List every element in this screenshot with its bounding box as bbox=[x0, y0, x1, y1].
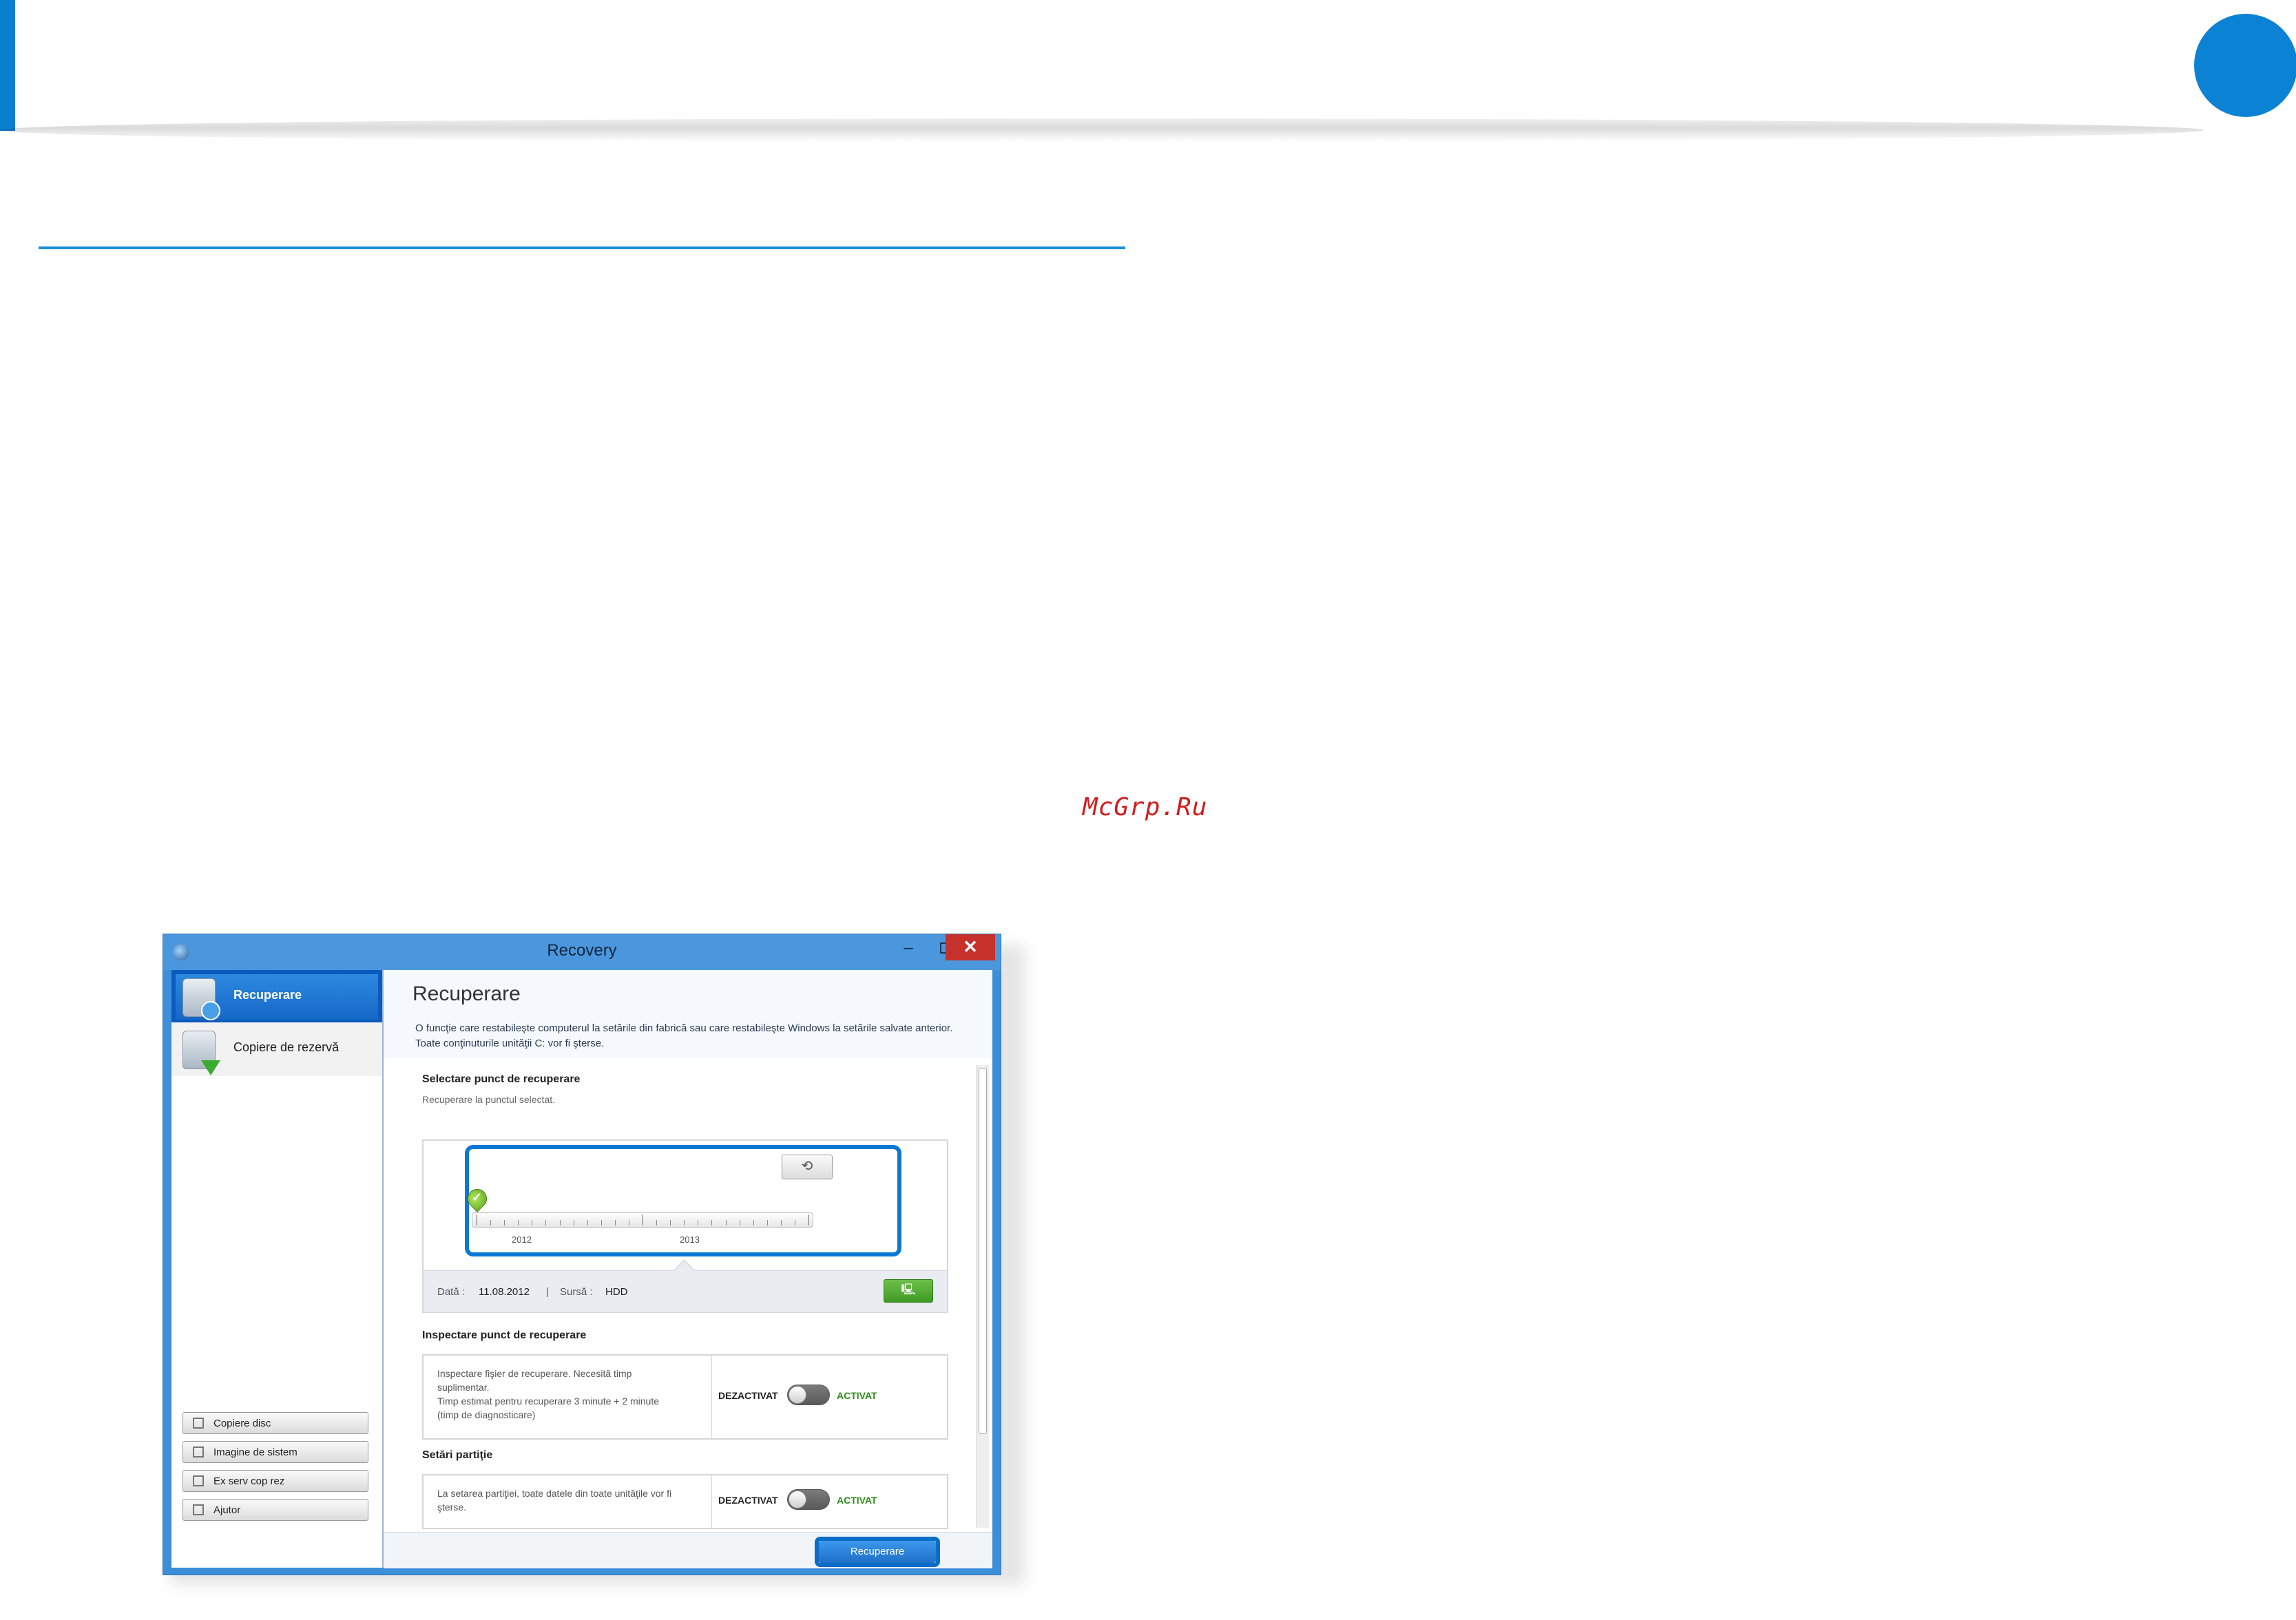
button-label: Imagine de sistem bbox=[213, 1447, 298, 1458]
timeline-tick bbox=[711, 1220, 713, 1225]
source-value: HDD bbox=[605, 1286, 628, 1298]
restore-timeline-panel: ⟲ ✓ 2012 2013 Dată : 11.08.2012 | Sursă … bbox=[422, 1139, 948, 1313]
inspect-description-4: (timp de diagnosticare) bbox=[437, 1409, 536, 1420]
timeline-tick bbox=[780, 1220, 782, 1225]
export-backup-button[interactable]: Ex serv cop rez bbox=[182, 1470, 368, 1492]
timeline-tick bbox=[670, 1220, 671, 1225]
page-marker-circle bbox=[2194, 14, 2296, 117]
restore-point-title: Selectare punct de recuperare bbox=[422, 1073, 581, 1085]
button-label: Copiere disc bbox=[213, 1418, 271, 1429]
checkmark-icon: ✓ bbox=[472, 1190, 483, 1204]
timeline-tick bbox=[614, 1220, 616, 1225]
timeline-year-label: 2012 bbox=[512, 1234, 532, 1245]
toggle-knob bbox=[789, 1386, 806, 1404]
inspect-description-3: Timp estimat pentru recuperare 3 minute … bbox=[437, 1396, 660, 1407]
timeline-track[interactable] bbox=[472, 1212, 813, 1228]
help-button[interactable]: Ajutor bbox=[182, 1499, 368, 1521]
page-accent-bar bbox=[0, 0, 15, 131]
page-title: Recuperare bbox=[413, 982, 521, 1005]
option-divider bbox=[711, 1475, 712, 1528]
backup-download-icon bbox=[182, 1031, 220, 1075]
inspect-restore-point-button[interactable]: 🖳 bbox=[884, 1279, 933, 1303]
timeline-refresh-button[interactable]: ⟲ bbox=[782, 1155, 833, 1179]
timeline-tick bbox=[490, 1220, 492, 1225]
option-divider bbox=[711, 1356, 712, 1438]
timeline-tick bbox=[587, 1220, 588, 1225]
inspect-section-title: Inspectare punct de recuperare bbox=[422, 1329, 587, 1341]
main-panel: Recuperare O funcţie care restabileşte c… bbox=[384, 970, 992, 1568]
sidebar-item-label: Recuperare bbox=[233, 988, 302, 1002]
system-image-icon bbox=[193, 1447, 204, 1458]
partition-section-title: Setări partiţie bbox=[422, 1449, 493, 1461]
sidebar-item-label: Copiere de rezervă bbox=[233, 1040, 340, 1054]
timeline-tick bbox=[504, 1220, 505, 1225]
info-separator: | bbox=[546, 1286, 549, 1298]
inspect-description-1: Inspectare fişier de recuperare. Necesit… bbox=[437, 1368, 632, 1379]
inspect-description-2: suplimentar. bbox=[437, 1382, 490, 1393]
inspect-off-label: DEZACTIVAT bbox=[718, 1390, 778, 1401]
disk-copy-button[interactable]: Copiere disc bbox=[182, 1412, 368, 1434]
partition-option-panel: La setarea partiţiei, toate datele din t… bbox=[422, 1474, 948, 1529]
restore-point-info-bar: Dată : 11.08.2012 | Sursă : HDD 🖳 bbox=[424, 1259, 947, 1312]
computer-search-icon: 🖳 bbox=[901, 1284, 916, 1296]
timeline-tick bbox=[725, 1220, 727, 1225]
timeline-tick bbox=[559, 1220, 561, 1225]
button-label: Ajutor bbox=[213, 1504, 241, 1516]
source-label: Sursă : bbox=[560, 1286, 593, 1298]
partition-on-label: ACTIVAT bbox=[837, 1495, 877, 1506]
sidebar: Recuperare Copiere de rezervă Copiere di… bbox=[171, 970, 384, 1568]
description-line-2: Toate conţinuturile unităţii C: vor fi ş… bbox=[415, 1038, 605, 1049]
description-line-1: O funcţie care restabileşte computerul l… bbox=[415, 1022, 953, 1034]
scrollbar-thumb[interactable] bbox=[979, 1068, 987, 1434]
partition-off-label: DEZACTIVAT bbox=[718, 1495, 778, 1506]
timeline-year-label: 2013 bbox=[680, 1234, 700, 1245]
recover-button[interactable]: Recuperare bbox=[819, 1541, 936, 1563]
inspect-option-panel: Inspectare fişier de recuperare. Necesit… bbox=[422, 1354, 948, 1440]
sidebar-item-backup[interactable]: Copiere de rezervă bbox=[171, 1022, 382, 1076]
timeline-tick bbox=[656, 1220, 658, 1225]
refresh-icon: ⟲ bbox=[801, 1159, 813, 1174]
timeline-tick bbox=[601, 1220, 602, 1225]
pointer-notch bbox=[674, 1259, 695, 1281]
date-label: Dată : bbox=[437, 1286, 466, 1298]
section-divider bbox=[39, 246, 1125, 249]
inspect-toggle[interactable] bbox=[787, 1385, 830, 1405]
timeline-tick bbox=[518, 1220, 519, 1225]
window-title: Recovery bbox=[547, 941, 617, 960]
main-header: Recuperare O funcţie care restabileşte c… bbox=[384, 970, 992, 1059]
partition-toggle[interactable] bbox=[787, 1489, 830, 1510]
action-bar: Recuperare bbox=[384, 1532, 992, 1568]
sidebar-item-recovery[interactable]: Recuperare bbox=[171, 970, 382, 1024]
partition-description-1: La setarea partiţiei, toate datele din t… bbox=[437, 1488, 672, 1499]
export-backup-icon bbox=[193, 1475, 204, 1486]
timeline-tick bbox=[808, 1214, 809, 1225]
timeline-tick bbox=[545, 1220, 547, 1225]
timeline-tick bbox=[684, 1220, 685, 1225]
recovery-disk-icon bbox=[182, 978, 220, 1020]
partition-description-2: şterse. bbox=[437, 1502, 467, 1513]
button-label: Ex serv cop rez bbox=[213, 1475, 285, 1487]
recovery-window: Recovery – ✕ Recuperare Copiere de rezer… bbox=[163, 934, 1001, 1575]
date-value: 11.08.2012 bbox=[479, 1286, 530, 1298]
toggle-knob bbox=[789, 1491, 806, 1508]
inspect-on-label: ACTIVAT bbox=[837, 1390, 877, 1401]
window-client-area: Recuperare Copiere de rezervă Copiere di… bbox=[171, 970, 992, 1568]
options-scroll-area[interactable]: Selectare punct de recuperare Recuperare… bbox=[384, 1058, 992, 1532]
disk-copy-icon bbox=[193, 1418, 204, 1429]
minimize-button[interactable]: – bbox=[890, 936, 926, 960]
system-image-button[interactable]: Imagine de sistem bbox=[182, 1441, 368, 1463]
header-shadow bbox=[0, 118, 2204, 142]
timeline-tick bbox=[753, 1220, 754, 1225]
help-icon bbox=[193, 1504, 204, 1515]
timeline-tick bbox=[766, 1220, 768, 1225]
restore-point-subtitle: Recuperare la punctul selectat. bbox=[422, 1094, 555, 1105]
title-bar[interactable]: Recovery – ✕ bbox=[163, 934, 1001, 970]
close-button[interactable]: ✕ bbox=[946, 934, 995, 960]
vertical-scrollbar[interactable] bbox=[976, 1065, 989, 1528]
watermark-text: McGrp.Ru bbox=[1083, 793, 1208, 821]
